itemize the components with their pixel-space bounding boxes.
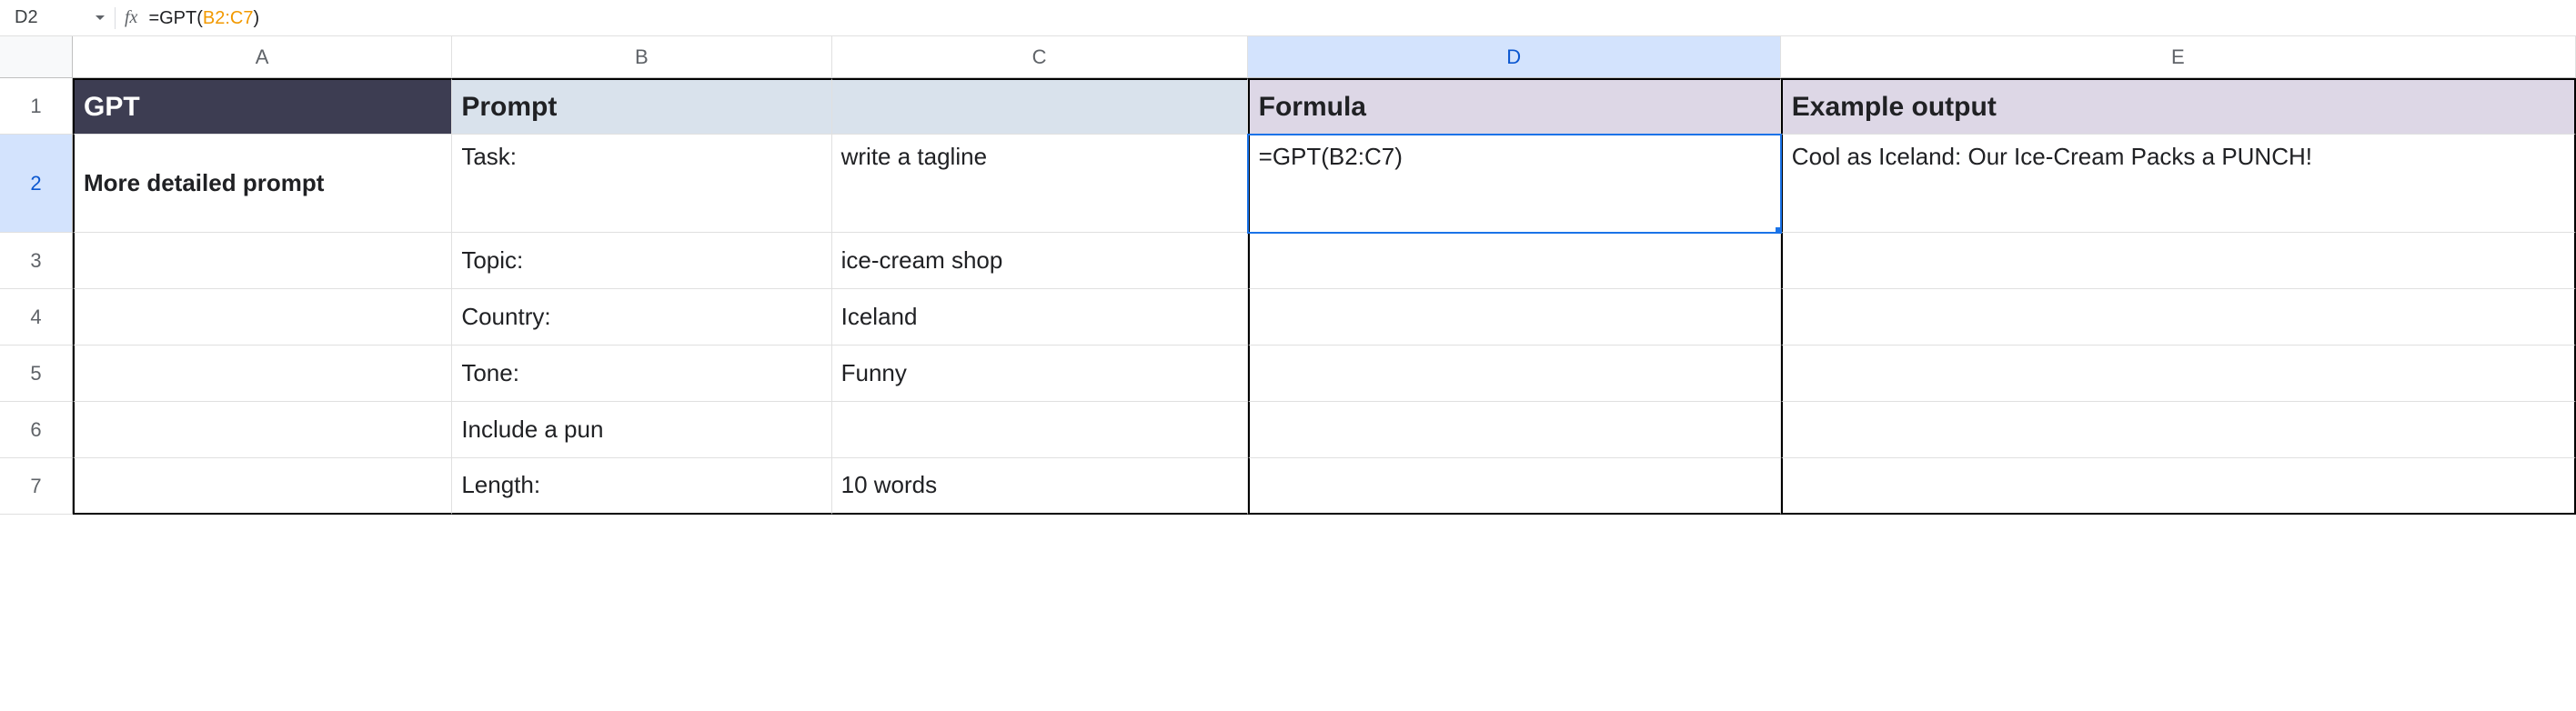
spreadsheet-grid: A B C D E 1 GPT Prompt Formula Example o… <box>0 36 2576 515</box>
table-row: 1 GPT Prompt Formula Example output <box>0 78 2576 135</box>
cell-A6[interactable] <box>73 402 452 458</box>
table-row: 2 More detailed prompt Task: write a tag… <box>0 135 2576 233</box>
cell-B6[interactable]: Include a pun <box>452 402 831 458</box>
row-header-2[interactable]: 2 <box>0 135 73 233</box>
cell-D7[interactable] <box>1248 458 1781 515</box>
cell-C3[interactable]: ice-cream shop <box>832 233 1248 289</box>
cell-A3[interactable] <box>73 233 452 289</box>
cell-D4[interactable] <box>1248 289 1781 345</box>
cell-B1[interactable]: Prompt <box>452 78 831 135</box>
cell-E3[interactable] <box>1781 233 2576 289</box>
formula-text: ) <box>253 8 259 28</box>
cell-A5[interactable] <box>73 345 452 402</box>
cell-E5[interactable] <box>1781 345 2576 402</box>
cell-C7[interactable]: 10 words <box>832 458 1248 515</box>
cell-B2[interactable]: Task: <box>452 135 831 233</box>
cell-C2[interactable]: write a tagline <box>832 135 1248 233</box>
cell-C1[interactable] <box>832 78 1248 135</box>
cell-D5[interactable] <box>1248 345 1781 402</box>
formula-text: =GPT( <box>148 8 202 28</box>
name-box[interactable]: D2 <box>9 7 91 28</box>
cell-A7[interactable] <box>73 458 452 515</box>
row-header-4[interactable]: 4 <box>0 289 73 345</box>
formula-ref: B2:C7 <box>203 8 254 28</box>
formula-input[interactable]: =GPT(B2:C7) <box>148 6 2576 29</box>
cell-E7[interactable] <box>1781 458 2576 515</box>
column-header-A[interactable]: A <box>73 36 452 78</box>
row-header-7[interactable]: 7 <box>0 458 73 515</box>
cell-C5[interactable]: Funny <box>832 345 1248 402</box>
row-header-6[interactable]: 6 <box>0 402 73 458</box>
cell-B3[interactable]: Topic: <box>452 233 831 289</box>
table-row: 3 Topic: ice-cream shop <box>0 233 2576 289</box>
column-header-D[interactable]: D <box>1248 36 1781 78</box>
divider <box>115 7 116 29</box>
cell-B5[interactable]: Tone: <box>452 345 831 402</box>
cell-A4[interactable] <box>73 289 452 345</box>
table-row: 4 Country: Iceland <box>0 289 2576 345</box>
cell-E2[interactable]: Cool as Iceland: Our Ice-Cream Packs a P… <box>1781 135 2576 233</box>
cell-D6[interactable] <box>1248 402 1781 458</box>
chevron-down-icon <box>96 15 105 21</box>
cell-B4[interactable]: Country: <box>452 289 831 345</box>
table-row: 7 Length: 10 words <box>0 458 2576 515</box>
row-header-3[interactable]: 3 <box>0 233 73 289</box>
cell-B7[interactable]: Length: <box>452 458 831 515</box>
fx-icon: fx <box>125 7 137 28</box>
column-header-B[interactable]: B <box>452 36 831 78</box>
select-all-corner[interactable] <box>0 36 73 78</box>
cell-E6[interactable] <box>1781 402 2576 458</box>
row-header-1[interactable]: 1 <box>0 78 73 135</box>
cell-A2[interactable]: More detailed prompt <box>73 135 452 233</box>
cell-A1[interactable]: GPT <box>73 78 452 135</box>
table-row: 5 Tone: Funny <box>0 345 2576 402</box>
table-row: 6 Include a pun <box>0 402 2576 458</box>
cell-D2[interactable]: =GPT(B2:C7) <box>1248 135 1781 233</box>
cell-D3[interactable] <box>1248 233 1781 289</box>
cell-E4[interactable] <box>1781 289 2576 345</box>
formula-bar: D2 fx =GPT(B2:C7) <box>0 0 2576 36</box>
cell-C4[interactable]: Iceland <box>832 289 1248 345</box>
cell-C6[interactable] <box>832 402 1248 458</box>
column-headers: A B C D E <box>0 36 2576 78</box>
column-header-C[interactable]: C <box>832 36 1248 78</box>
row-header-5[interactable]: 5 <box>0 345 73 402</box>
column-header-E[interactable]: E <box>1781 36 2576 78</box>
cell-E1[interactable]: Example output <box>1781 78 2576 135</box>
cell-D1[interactable]: Formula <box>1248 78 1781 135</box>
name-box-dropdown[interactable] <box>91 15 109 21</box>
